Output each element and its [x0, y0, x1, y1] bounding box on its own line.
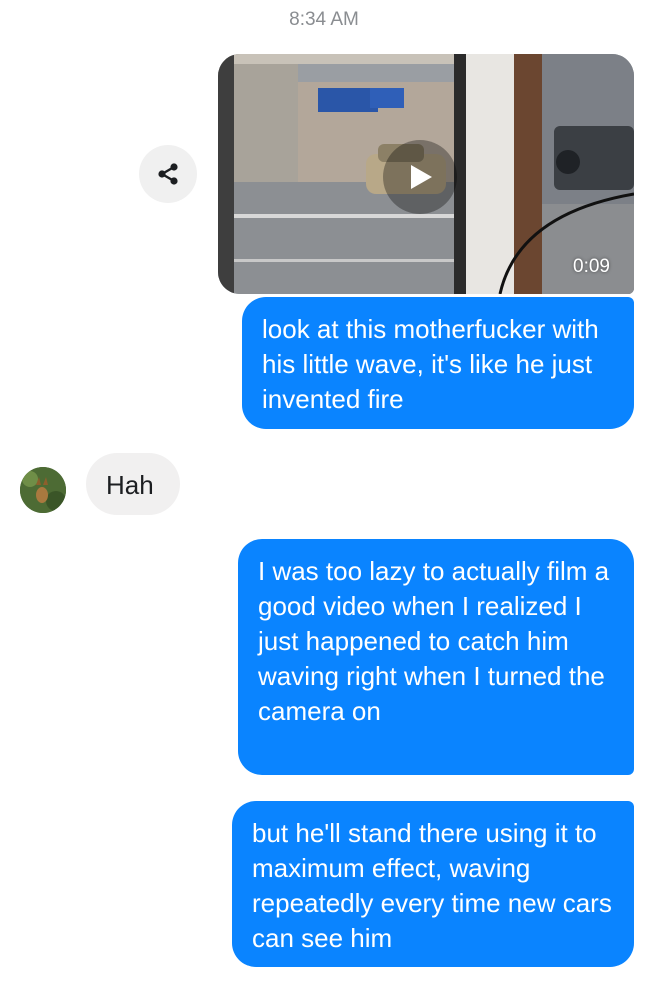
message-timestamp: 8:34 AM	[289, 9, 359, 30]
outgoing-message: look at this motherfucker with his littl…	[242, 297, 634, 429]
avatar[interactable]	[20, 467, 66, 513]
share-icon	[158, 163, 178, 185]
outgoing-message: I was too lazy to actually film a good v…	[238, 539, 634, 775]
fox-photo-icon	[20, 467, 66, 513]
share-button[interactable]	[139, 145, 197, 203]
play-button[interactable]	[383, 140, 457, 214]
video-duration: 0:09	[573, 256, 610, 277]
incoming-message: Hah	[86, 453, 180, 515]
outgoing-message: but he'll stand there using it to maximu…	[232, 801, 634, 967]
play-icon	[411, 165, 432, 189]
